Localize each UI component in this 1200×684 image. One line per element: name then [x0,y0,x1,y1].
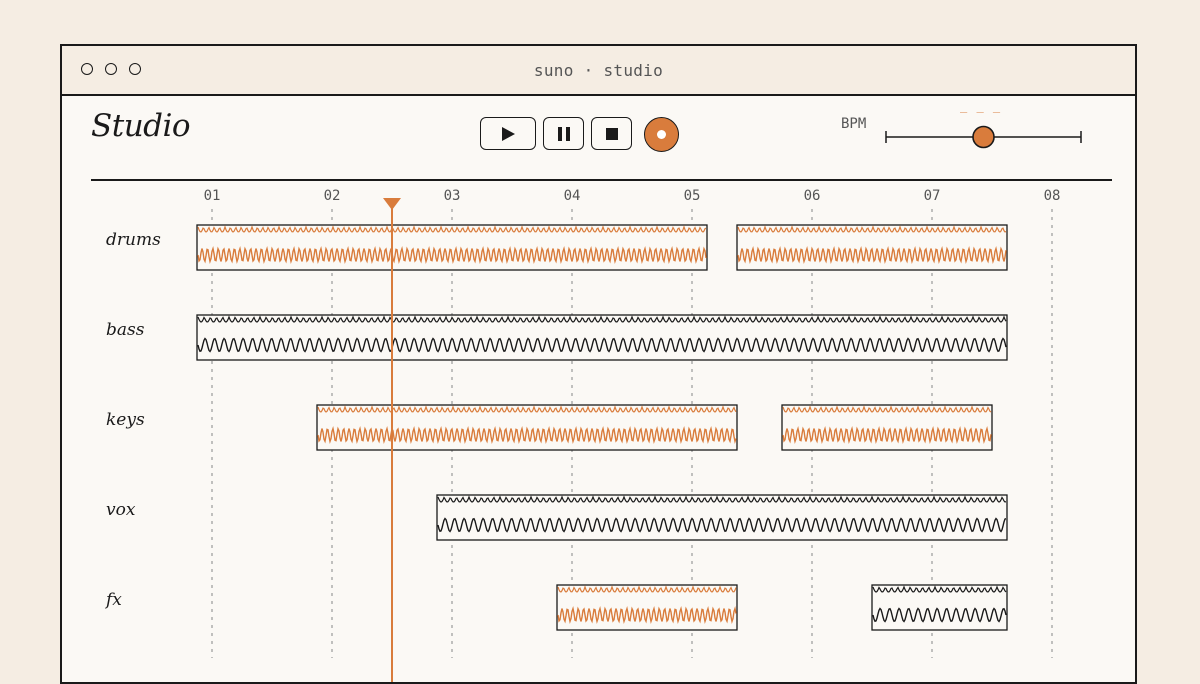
clip-drums[interactable] [196,224,708,271]
playhead-handle[interactable] [383,198,401,210]
app-window: suno · studio Studio BPM _ _ _ 01 02 03 04 0… [60,44,1137,684]
timeline-canvas[interactable] [62,46,1137,684]
